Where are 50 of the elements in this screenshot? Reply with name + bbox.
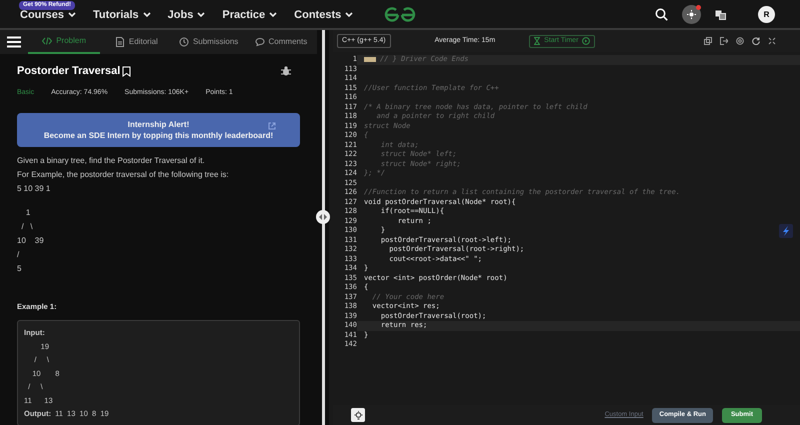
nav-menu[interactable]: Practice — [222, 6, 278, 24]
tab[interactable]: Problem — [28, 30, 100, 54]
fold-marker-icon[interactable] — [364, 57, 376, 62]
document-icon — [114, 37, 125, 47]
internship-banner[interactable]: Internship Alert! Become an SDE Intern by topping this monthly leaderboard! — [17, 113, 300, 147]
reset-icon[interactable] — [752, 37, 760, 45]
translate-icon[interactable] — [715, 10, 726, 20]
hourglass-icon — [534, 37, 540, 45]
code-icon — [42, 36, 52, 46]
play-circle-icon — [582, 37, 590, 45]
nav-menu[interactable]: Jobs — [168, 6, 206, 24]
menu-icon[interactable] — [7, 36, 21, 48]
tree-line: 5 — [17, 263, 22, 275]
tree-line: 10 39 — [17, 235, 45, 247]
chevron-icon — [345, 12, 354, 18]
copy-icon[interactable] — [704, 37, 712, 45]
description-text: For Example, the postorder traversal of the following tree is: — [17, 169, 230, 180]
tree-line: 1 — [24, 207, 32, 219]
lightbulb-icon — [354, 410, 362, 420]
description-text: Given a binary tree, find the Postorder Traversal of it. — [17, 155, 206, 166]
search-icon[interactable] — [655, 8, 668, 21]
arrows-icon — [319, 214, 327, 220]
theme-toggle[interactable] — [682, 5, 701, 24]
chevron-icon — [142, 12, 151, 18]
avatar-button[interactable]: R — [758, 6, 775, 23]
settings-icon[interactable] — [736, 37, 744, 45]
tab[interactable]: Editorial — [100, 30, 172, 54]
resize-handle[interactable] — [316, 210, 330, 224]
tree-line: / — [17, 249, 20, 261]
external-link-icon — [268, 122, 276, 130]
fullscreen-icon[interactable] — [768, 37, 776, 45]
sun-icon — [687, 10, 696, 19]
chevron-icon — [68, 12, 76, 18]
chevron-icon — [197, 12, 206, 18]
tree-line: / \ — [20, 221, 34, 233]
nav-menu[interactable]: Contests — [294, 6, 354, 24]
tab[interactable]: Submissions — [172, 30, 245, 54]
problem-title: Postorder Traversal — [17, 64, 120, 79]
speech-bubble-icon — [254, 37, 265, 47]
logo-icon[interactable] — [382, 6, 418, 24]
clock-icon — [178, 37, 189, 47]
nav-menu[interactable]: Tutorials — [93, 6, 151, 24]
bug-icon[interactable] — [281, 66, 291, 76]
bolt-icon[interactable] — [779, 224, 793, 238]
bookmark-icon[interactable] — [122, 66, 132, 77]
chevron-icon — [269, 12, 278, 18]
lightbulb-button[interactable] — [351, 408, 365, 422]
description-text: 5 10 39 1 — [17, 183, 52, 194]
tab[interactable]: Comments — [244, 30, 317, 54]
export-icon[interactable] — [720, 37, 728, 45]
